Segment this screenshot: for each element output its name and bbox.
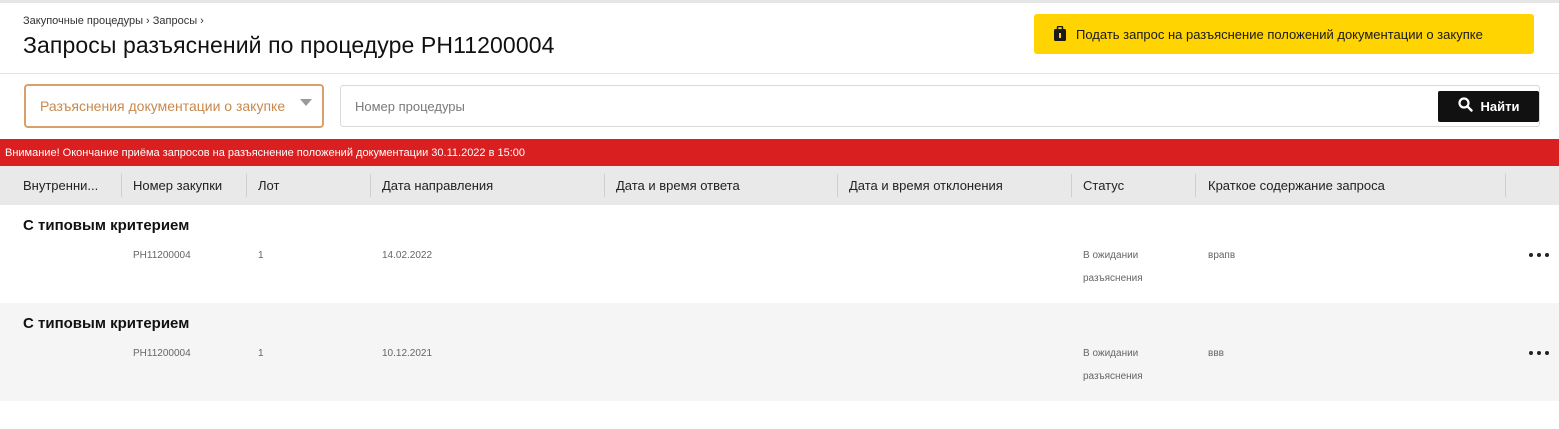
- search-icon: [1457, 96, 1473, 117]
- status-line: разъяснения: [1083, 273, 1143, 284]
- table-row[interactable]: С типовым критерием РН11200004 1 14.02.2…: [0, 205, 1559, 303]
- column-summary[interactable]: Краткое содержание запроса: [1208, 166, 1385, 205]
- search-bar: Найти: [340, 85, 1540, 127]
- column-resizer[interactable]: [370, 174, 371, 197]
- group-title: С типовым критерием: [23, 315, 190, 332]
- deadline-alert: Внимание! Окончание приёма запросов на р…: [0, 139, 1559, 166]
- status-line: В ожидании: [1083, 250, 1139, 261]
- cell-summary: врапв: [1208, 250, 1236, 261]
- column-resizer[interactable]: [246, 174, 247, 197]
- more-actions-icon[interactable]: [1529, 250, 1549, 260]
- column-lot[interactable]: Лот: [258, 166, 279, 205]
- cell-sent-date: 10.12.2021: [382, 348, 433, 359]
- deadline-alert-text: Внимание! Окончание приёма запросов на р…: [5, 146, 526, 159]
- search-button-label: Найти: [1480, 99, 1520, 114]
- cell-lot: 1: [258, 250, 264, 261]
- cell-lot: 1: [258, 348, 264, 359]
- column-reject-date[interactable]: Дата и время отклонения: [849, 166, 1003, 205]
- column-answer-date[interactable]: Дата и время ответа: [616, 166, 740, 205]
- top-border: [0, 0, 1559, 3]
- column-resizer[interactable]: [604, 174, 605, 197]
- procedure-number-input[interactable]: [341, 86, 1431, 126]
- more-actions-icon[interactable]: [1529, 348, 1549, 358]
- column-resizer[interactable]: [1071, 174, 1072, 197]
- column-resizer[interactable]: [1195, 174, 1196, 197]
- status-line: В ожидании: [1083, 348, 1139, 359]
- submit-request-button[interactable]: Подать запрос на разъяснение положений д…: [1034, 14, 1534, 54]
- cell-status: В ожидании разъяснения: [1083, 342, 1143, 388]
- column-sent-date[interactable]: Дата направления: [382, 166, 493, 205]
- page-title: Запросы разъяснений по процедуре РН11200…: [23, 32, 555, 58]
- header-divider: [0, 73, 1559, 74]
- column-status[interactable]: Статус: [1083, 166, 1124, 205]
- column-number[interactable]: Номер закупки: [133, 166, 222, 205]
- request-type-value: Разъяснения документации о закупке: [40, 98, 286, 114]
- column-resizer[interactable]: [121, 174, 122, 197]
- status-line: разъяснения: [1083, 371, 1143, 382]
- document-lock-icon: [1053, 25, 1067, 42]
- cell-status: В ожидании разъяснения: [1083, 244, 1143, 290]
- request-type-select[interactable]: Разъяснения документации о закупке: [24, 84, 324, 128]
- cell-sent-date: 14.02.2022: [382, 250, 433, 261]
- submit-request-label: Подать запрос на разъяснение положений д…: [1076, 26, 1483, 42]
- column-resizer[interactable]: [837, 174, 838, 197]
- breadcrumb[interactable]: Закупочные процедуры › Запросы ›: [23, 15, 204, 27]
- group-title: С типовым критерием: [23, 217, 190, 234]
- column-internal[interactable]: Внутренни...: [23, 166, 98, 205]
- cell-summary: ввв: [1208, 348, 1224, 359]
- cell-number: РН11200004: [133, 348, 191, 359]
- search-button[interactable]: Найти: [1438, 91, 1539, 122]
- chevron-down-icon: [300, 99, 312, 106]
- cell-number: РН11200004: [133, 250, 191, 261]
- table-header: Внутренни... Номер закупки Лот Дата напр…: [0, 166, 1559, 205]
- table-row[interactable]: С типовым критерием РН11200004 1 10.12.2…: [0, 303, 1559, 401]
- column-resizer[interactable]: [1505, 174, 1506, 197]
